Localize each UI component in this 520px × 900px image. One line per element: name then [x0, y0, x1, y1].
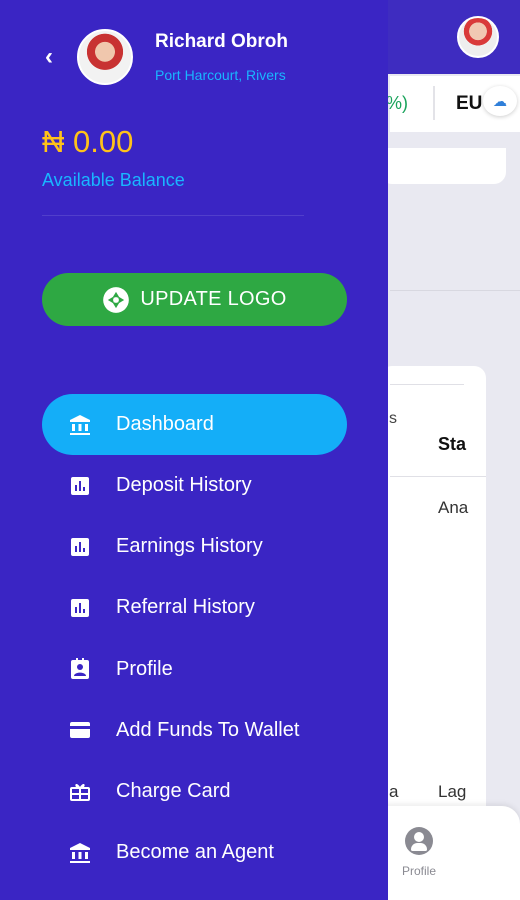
gift-card-icon: [68, 780, 92, 804]
menu-item-become-agent[interactable]: Become an Agent: [42, 822, 347, 883]
update-logo-button[interactable]: UPDATE LOGO: [42, 273, 347, 326]
navigation-drawer: ‹ Richard Obroh Port Harcourt, Rivers ₦ …: [0, 0, 388, 900]
drawer-menu: Dashboard Deposit History Earnings Histo…: [42, 394, 347, 883]
update-logo-label: UPDATE LOGO: [140, 288, 287, 310]
balance-label: Available Balance: [42, 170, 185, 190]
id-badge-icon: [68, 657, 92, 681]
chart-icon: [68, 596, 92, 620]
menu-label: Deposit History: [116, 474, 252, 497]
user-avatar[interactable]: [77, 29, 133, 85]
menu-item-deposit-history[interactable]: Deposit History: [42, 455, 347, 516]
menu-label: Earnings History: [116, 535, 263, 558]
table-header-partial: s: [389, 410, 397, 427]
user-name: Richard Obroh: [155, 31, 289, 52]
menu-label: Become an Agent: [116, 841, 274, 864]
chart-icon: [68, 474, 92, 498]
menu-label: Charge Card: [116, 780, 231, 803]
divider: [390, 384, 464, 385]
ticker-separator: [433, 86, 435, 120]
credit-card-icon: [68, 718, 92, 742]
ticker-currency: EU: [456, 93, 483, 114]
menu-item-referral-history[interactable]: Referral History: [42, 577, 347, 638]
table-header-status: Sta: [438, 434, 467, 454]
menu-label: Add Funds To Wallet: [116, 718, 300, 741]
menu-label: Dashboard: [116, 413, 214, 435]
camera-aperture-icon: [103, 286, 130, 313]
profile-nav-label[interactable]: Profile: [402, 864, 436, 878]
divider: [390, 290, 520, 291]
wallet-balance: ₦ 0.00: [42, 124, 134, 159]
menu-label: Referral History: [116, 596, 255, 619]
table-row-divider: [390, 476, 486, 477]
table-cell: a: [389, 782, 399, 801]
menu-item-dashboard[interactable]: Dashboard: [42, 394, 347, 455]
ticker-percent: %): [386, 93, 408, 113]
summary-card: [380, 148, 506, 184]
bank-icon: [68, 841, 92, 865]
drawer-divider: [42, 215, 304, 216]
menu-label: Profile: [116, 657, 173, 680]
table-cell: Ana: [438, 498, 469, 517]
chart-icon: [68, 535, 92, 559]
menu-item-earnings-history[interactable]: Earnings History: [42, 516, 347, 577]
user-location: Port Harcourt, Rivers: [155, 67, 286, 83]
bottom-nav: [370, 806, 520, 900]
cloud-icon[interactable]: ☁: [483, 86, 517, 116]
table-cell: Lag: [438, 782, 467, 801]
header-avatar[interactable]: [457, 16, 499, 58]
bank-icon: [68, 413, 92, 437]
back-chevron-icon[interactable]: ‹: [38, 44, 60, 70]
menu-item-add-funds[interactable]: Add Funds To Wallet: [42, 700, 347, 761]
menu-item-profile[interactable]: Profile: [42, 639, 347, 700]
profile-nav-icon[interactable]: [405, 827, 433, 855]
menu-item-charge-card[interactable]: Charge Card: [42, 761, 347, 822]
